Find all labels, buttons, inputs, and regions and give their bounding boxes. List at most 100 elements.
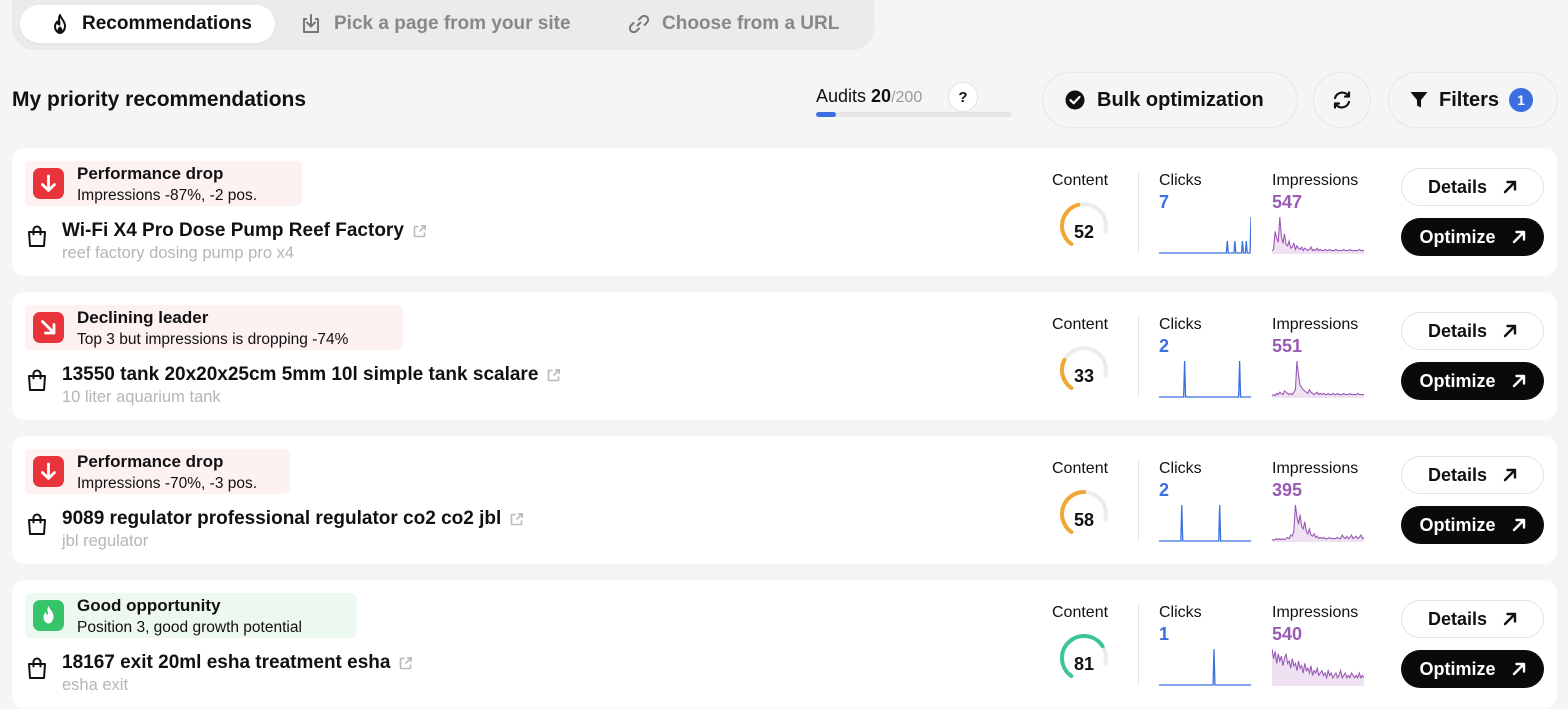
recommendation-card: Good opportunity Position 3, good growth…: [12, 580, 1557, 708]
arrow-up-right-icon: [1512, 662, 1525, 676]
filters-label: Filters: [1439, 88, 1500, 111]
optimize-label: Optimize: [1419, 370, 1496, 391]
tab-label: Recommendations: [82, 13, 252, 34]
optimize-button[interactable]: Optimize: [1401, 506, 1544, 544]
recommendation-type-badge: Good opportunity Position 3, good growth…: [25, 593, 357, 638]
shopping-bag-icon: [28, 225, 46, 247]
external-link-icon[interactable]: [509, 512, 524, 527]
content-label: Content: [1052, 460, 1109, 477]
shopping-bag-icon: [28, 513, 46, 535]
target-keyword: 10 liter aquarium tank: [62, 388, 221, 406]
audits-counter: Audits 20/200: [816, 86, 922, 107]
clicks-series-line: [1159, 216, 1251, 254]
clicks-sparkline: [1159, 648, 1251, 686]
audits-total: /200: [891, 89, 923, 106]
impressions-label: Impressions: [1272, 316, 1359, 333]
optimize-button[interactable]: Optimize: [1401, 218, 1544, 256]
shopping-bag-icon: [28, 657, 46, 679]
bulk-optimization-label: Bulk optimization: [1097, 88, 1264, 111]
divider: [1138, 460, 1139, 542]
impressions-series-line: [1272, 360, 1364, 397]
tab-pick-page[interactable]: Pick a page from your site: [300, 5, 571, 43]
page-title-link[interactable]: 18167 exit 20ml esha treatment esha: [62, 652, 413, 674]
details-button[interactable]: Details: [1401, 312, 1544, 350]
tab-bar: Recommendations Pick a page from your si…: [12, 0, 874, 50]
download-page-icon: [303, 14, 319, 33]
page-name: 13550 tank 20x20x25cm 5mm 10l simple tan…: [62, 364, 539, 385]
recommendation-type: Performance drop: [77, 164, 224, 183]
impressions-label: Impressions: [1272, 460, 1359, 477]
page-title: My priority recommendations: [12, 88, 307, 111]
details-button[interactable]: Details: [1401, 456, 1544, 494]
recommendation-type-badge: Declining leader Top 3 but impressions i…: [25, 305, 403, 350]
recommendation-description: Position 3, good growth potential: [77, 619, 302, 636]
target-keyword: jbl regulator: [62, 532, 149, 550]
content-label: Content: [1052, 316, 1109, 333]
clicks-label: Clicks: [1159, 460, 1202, 477]
details-button[interactable]: Details: [1401, 168, 1544, 206]
content-score: 33: [1073, 366, 1095, 386]
recommendation-type: Good opportunity: [77, 596, 221, 615]
clicks-sparkline: [1159, 360, 1251, 398]
optimize-label: Optimize: [1419, 514, 1496, 535]
audits-label: Audits: [816, 86, 867, 106]
clicks-sparkline: [1159, 504, 1251, 542]
arrow-up-right-icon: [1503, 324, 1517, 338]
external-link-icon[interactable]: [546, 368, 561, 383]
filters-count-badge: 1: [1509, 88, 1534, 112]
optimize-button[interactable]: Optimize: [1401, 650, 1544, 688]
bulk-optimization-button[interactable]: Bulk optimization: [1042, 72, 1298, 128]
arrow-up-right-icon: [1512, 518, 1525, 532]
audits-progress-fill: [816, 112, 836, 117]
recommendation-type-badge: Performance drop Impressions -87%, -2 po…: [25, 161, 302, 206]
arrow-up-right-icon: [1503, 180, 1517, 194]
clicks-label: Clicks: [1159, 316, 1202, 333]
page-title-link[interactable]: 13550 tank 20x20x25cm 5mm 10l simple tan…: [62, 364, 561, 386]
tab-label: Choose from a URL: [662, 13, 840, 34]
impressions-sparkline: [1272, 504, 1364, 542]
tab-recommendations[interactable]: Recommendations: [20, 5, 275, 43]
audits-progress: [816, 112, 1012, 117]
details-button[interactable]: Details: [1401, 600, 1544, 638]
recommendation-description: Impressions -87%, -2 pos.: [77, 187, 258, 204]
recommendation-card: Performance drop Impressions -87%, -2 po…: [12, 148, 1557, 276]
target-keyword: esha exit: [62, 676, 129, 694]
arrow-down-icon: [33, 168, 64, 199]
details-label: Details: [1427, 464, 1488, 485]
impressions-sparkline: [1272, 216, 1364, 254]
tab-choose-url[interactable]: Choose from a URL: [628, 5, 839, 43]
page-title-link[interactable]: Wi-Fi X4 Pro Dose Pump Reef Factory: [62, 220, 427, 242]
check-circle-icon: [1065, 90, 1085, 110]
impressions-sparkline: [1272, 648, 1364, 686]
recommendation-card: Performance drop Impressions -70%, -3 po…: [12, 436, 1557, 564]
arrow-up-right-icon: [1512, 230, 1525, 244]
page-title-link[interactable]: 9089 regulator professional regulator co…: [62, 508, 524, 530]
clicks-sparkline: [1159, 216, 1251, 254]
optimize-label: Optimize: [1419, 226, 1496, 247]
shopping-bag-icon: [28, 369, 46, 391]
tab-label: Pick a page from your site: [334, 13, 571, 34]
external-link-icon[interactable]: [398, 656, 413, 671]
content-label: Content: [1052, 172, 1109, 189]
external-link-icon[interactable]: [412, 224, 427, 239]
recommendation-description: Top 3 but impressions is dropping -74%: [77, 331, 349, 348]
impressions-label: Impressions: [1272, 604, 1359, 621]
divider: [1138, 172, 1139, 254]
audits-help-button[interactable]: ?: [948, 82, 978, 112]
clicks-label: Clicks: [1159, 604, 1202, 621]
optimize-button[interactable]: Optimize: [1401, 362, 1544, 400]
content-score: 81: [1073, 654, 1095, 674]
recommendation-description: Impressions -70%, -3 pos.: [77, 475, 258, 492]
refresh-button[interactable]: [1313, 72, 1371, 128]
filters-button[interactable]: Filters 1: [1388, 72, 1558, 128]
arrow-down-icon: [33, 456, 64, 487]
impressions-label: Impressions: [1272, 172, 1359, 189]
divider: [1138, 604, 1139, 686]
clicks-series-line: [1159, 360, 1251, 398]
page-name: 18167 exit 20ml esha treatment esha: [62, 652, 391, 673]
content-score: 52: [1073, 222, 1095, 242]
recommendation-card: Declining leader Top 3 but impressions i…: [12, 292, 1557, 420]
optimize-label: Optimize: [1419, 658, 1496, 679]
impressions-series-line: [1272, 504, 1364, 541]
recommendation-type: Performance drop: [77, 452, 224, 471]
